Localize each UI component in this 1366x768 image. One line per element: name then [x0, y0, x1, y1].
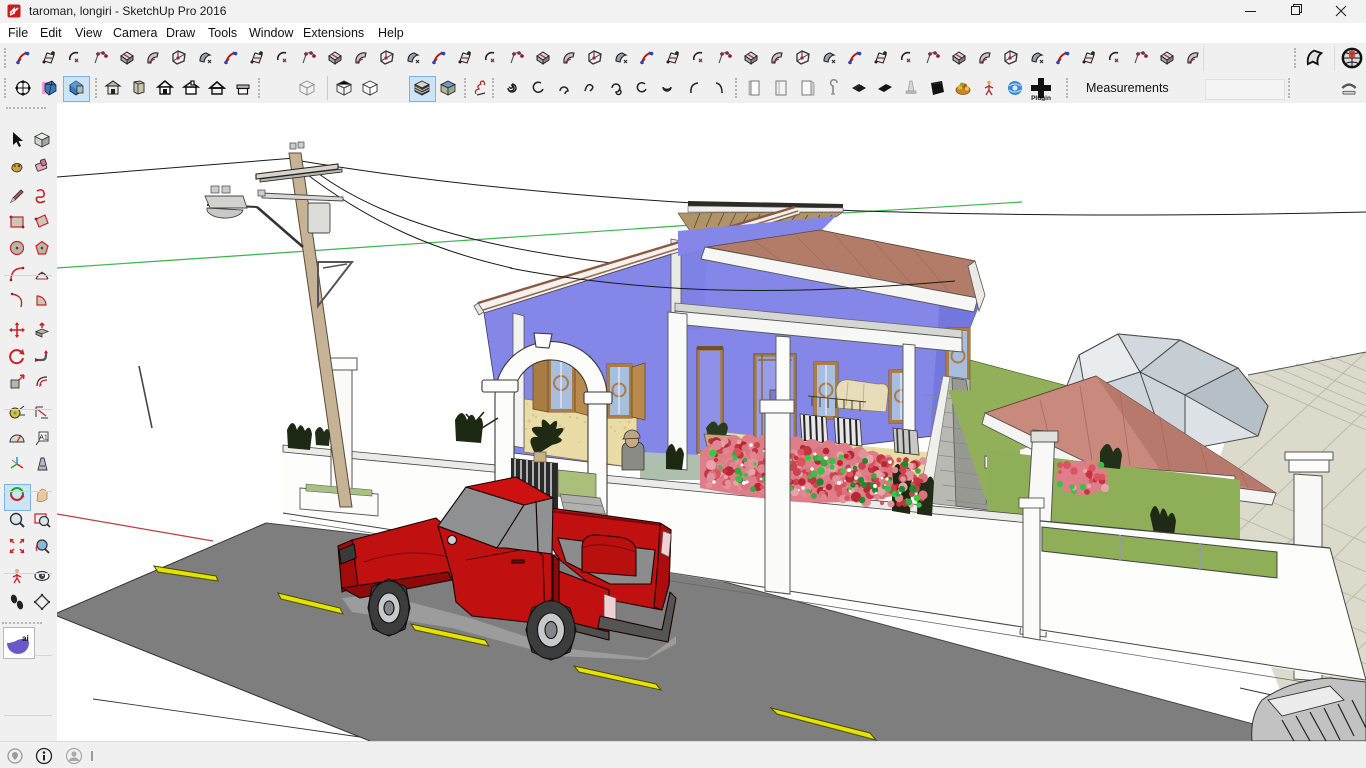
- svg-text:ai: ai: [22, 634, 29, 643]
- svg-text:A1: A1: [39, 435, 48, 442]
- svg-text:Plugin: Plugin: [1031, 95, 1051, 101]
